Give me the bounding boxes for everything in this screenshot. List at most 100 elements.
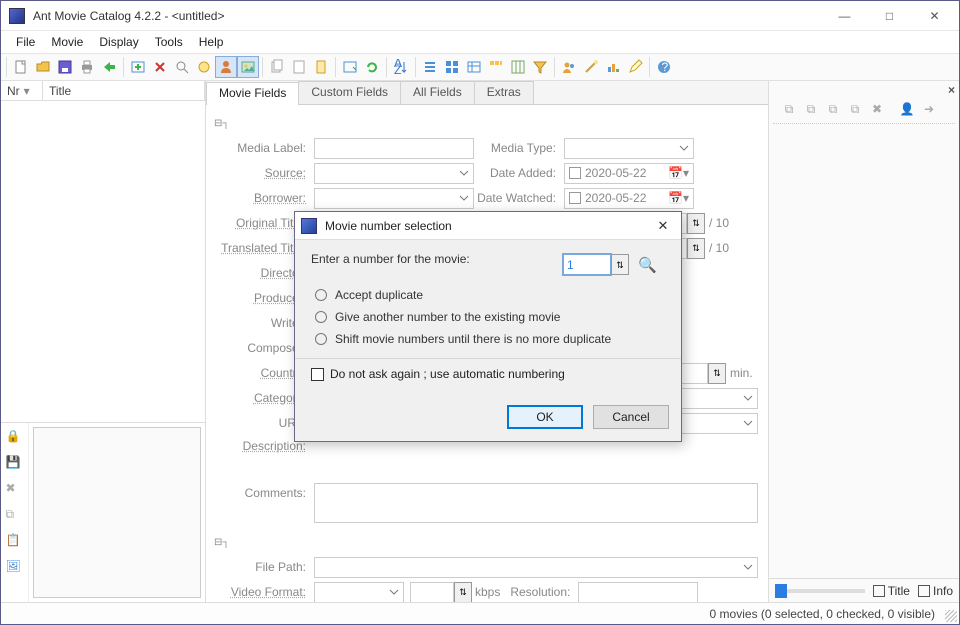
- columns-icon[interactable]: [507, 56, 529, 78]
- tab-custom-fields[interactable]: Custom Fields: [298, 81, 401, 104]
- detail-view-icon[interactable]: [463, 56, 485, 78]
- svg-text:Z: Z: [394, 63, 401, 75]
- edit-icon[interactable]: [624, 56, 646, 78]
- thumb-picture-icon[interactable]: 🖼: [6, 559, 24, 577]
- help-icon[interactable]: ?: [653, 56, 675, 78]
- users-icon[interactable]: [558, 56, 580, 78]
- lbl-borrower: Borrower:: [214, 191, 314, 205]
- menu-movie[interactable]: Movie: [44, 33, 90, 51]
- rp-arrow-icon[interactable]: ➜: [919, 99, 939, 119]
- lbl-media-label: Media Label:: [214, 141, 314, 155]
- grid-view-icon[interactable]: [485, 56, 507, 78]
- movie-number-spin[interactable]: ⇅: [611, 254, 629, 275]
- copy-icon[interactable]: [266, 56, 288, 78]
- export-icon[interactable]: [98, 56, 120, 78]
- col-title[interactable]: Title: [43, 81, 205, 100]
- menu-help[interactable]: Help: [192, 33, 231, 51]
- paste-icon[interactable]: [288, 56, 310, 78]
- ok-button[interactable]: OK: [507, 405, 583, 429]
- thumb-lock-icon[interactable]: 🔒: [6, 429, 24, 447]
- lbl-media-type: Media Type:: [474, 141, 564, 155]
- thumb-copy-icon[interactable]: ⧉: [6, 507, 24, 525]
- tab-all-fields[interactable]: All Fields: [400, 81, 475, 104]
- zoom-slider[interactable]: [775, 589, 865, 593]
- add-movie-icon[interactable]: [127, 56, 149, 78]
- person-icon[interactable]: [215, 56, 237, 78]
- lbl-comments: Comments:: [214, 483, 314, 500]
- list-view-icon[interactable]: [419, 56, 441, 78]
- new-icon[interactable]: [10, 56, 32, 78]
- find-number-icon[interactable]: 🔍: [638, 256, 657, 274]
- delete-movie-icon[interactable]: [149, 56, 171, 78]
- category-combo2[interactable]: [672, 388, 758, 409]
- length-spin[interactable]: ⇅: [708, 363, 726, 384]
- tiles-view-icon[interactable]: [441, 56, 463, 78]
- refresh-icon[interactable]: [361, 56, 383, 78]
- cancel-button[interactable]: Cancel: [593, 405, 669, 429]
- my-rating-spin[interactable]: ⇅: [687, 213, 705, 234]
- svg-text:?: ?: [662, 60, 669, 74]
- dont-ask-checkbox[interactable]: Do not ask again ; use automatic numberi…: [311, 365, 665, 389]
- rp-icon-5[interactable]: ✖: [867, 99, 887, 119]
- rp-person-icon[interactable]: 👤: [897, 99, 917, 119]
- resize-grip[interactable]: [945, 610, 957, 622]
- open-icon[interactable]: [32, 56, 54, 78]
- sort-icon[interactable]: AZ: [390, 56, 412, 78]
- stats-icon[interactable]: [602, 56, 624, 78]
- wand-icon[interactable]: [580, 56, 602, 78]
- url-combo[interactable]: [672, 413, 758, 434]
- tab-movie-fields[interactable]: Movie Fields: [206, 82, 299, 105]
- date-watched-input[interactable]: 2020-05-22📅▾: [564, 188, 694, 209]
- rp-icon-4[interactable]: ⧉: [845, 99, 865, 119]
- script-icon[interactable]: [193, 56, 215, 78]
- rp-icon-3[interactable]: ⧉: [823, 99, 843, 119]
- thumb-save-icon[interactable]: 💾: [6, 455, 24, 473]
- filter-icon[interactable]: [529, 56, 551, 78]
- link-icon[interactable]: [339, 56, 361, 78]
- media-type-combo[interactable]: [564, 138, 694, 159]
- info-checkbox[interactable]: Info: [918, 584, 953, 598]
- video-format-combo[interactable]: [314, 582, 404, 603]
- file-path-input[interactable]: [314, 557, 758, 578]
- movie-number-input[interactable]: [563, 254, 611, 275]
- app-icon: [9, 8, 25, 24]
- thumb-delete-icon[interactable]: ✖: [6, 481, 24, 499]
- lbl-video-format: Video Format:: [214, 585, 314, 599]
- dialog-close-icon[interactable]: ✕: [651, 218, 675, 234]
- menu-tools[interactable]: Tools: [148, 33, 190, 51]
- opt-give-another[interactable]: Give another number to the existing movi…: [315, 306, 665, 328]
- rating-spin[interactable]: ⇅: [687, 238, 705, 259]
- opt-shift-numbers[interactable]: Shift movie numbers until there is no mo…: [315, 328, 665, 350]
- status-bar: 0 movies (0 selected, 0 checked, 0 visib…: [1, 602, 959, 624]
- right-close-icon[interactable]: ×: [948, 83, 955, 97]
- minimize-button[interactable]: —: [822, 2, 867, 30]
- col-nr[interactable]: Nr▾: [1, 81, 43, 100]
- title-checkbox[interactable]: Title: [873, 584, 910, 598]
- borrower-combo[interactable]: [314, 188, 474, 209]
- opt-accept-duplicate[interactable]: Accept duplicate: [315, 284, 665, 306]
- clipboard-icon[interactable]: [310, 56, 332, 78]
- search-icon[interactable]: [171, 56, 193, 78]
- close-button[interactable]: ✕: [912, 2, 957, 30]
- rp-icon-2[interactable]: ⧉: [801, 99, 821, 119]
- titlebar: Ant Movie Catalog 4.2.2 - <untitled> — □…: [1, 1, 959, 31]
- menu-display[interactable]: Display: [92, 33, 145, 51]
- right-pane: × ⧉ ⧉ ⧉ ⧉ ✖ 👤 ➜ Title Info: [769, 81, 959, 602]
- date-added-input[interactable]: 2020-05-22📅▾: [564, 163, 694, 184]
- source-combo[interactable]: [314, 163, 474, 184]
- thumbnail-preview[interactable]: [33, 427, 201, 598]
- movie-list[interactable]: [1, 101, 205, 422]
- save-icon[interactable]: [54, 56, 76, 78]
- tab-extras[interactable]: Extras: [474, 81, 534, 104]
- maximize-button[interactable]: □: [867, 2, 912, 30]
- print-icon[interactable]: [76, 56, 98, 78]
- video-bitrate-input[interactable]: [410, 582, 454, 603]
- comments-input[interactable]: [314, 483, 758, 523]
- menu-file[interactable]: File: [9, 33, 42, 51]
- rp-icon-1[interactable]: ⧉: [779, 99, 799, 119]
- picture-icon[interactable]: [237, 56, 259, 78]
- video-bitrate-spin[interactable]: ⇅: [454, 582, 472, 603]
- media-label-input[interactable]: [314, 138, 474, 159]
- thumb-paste-icon[interactable]: 📋: [6, 533, 24, 551]
- resolution-input[interactable]: [578, 582, 698, 603]
